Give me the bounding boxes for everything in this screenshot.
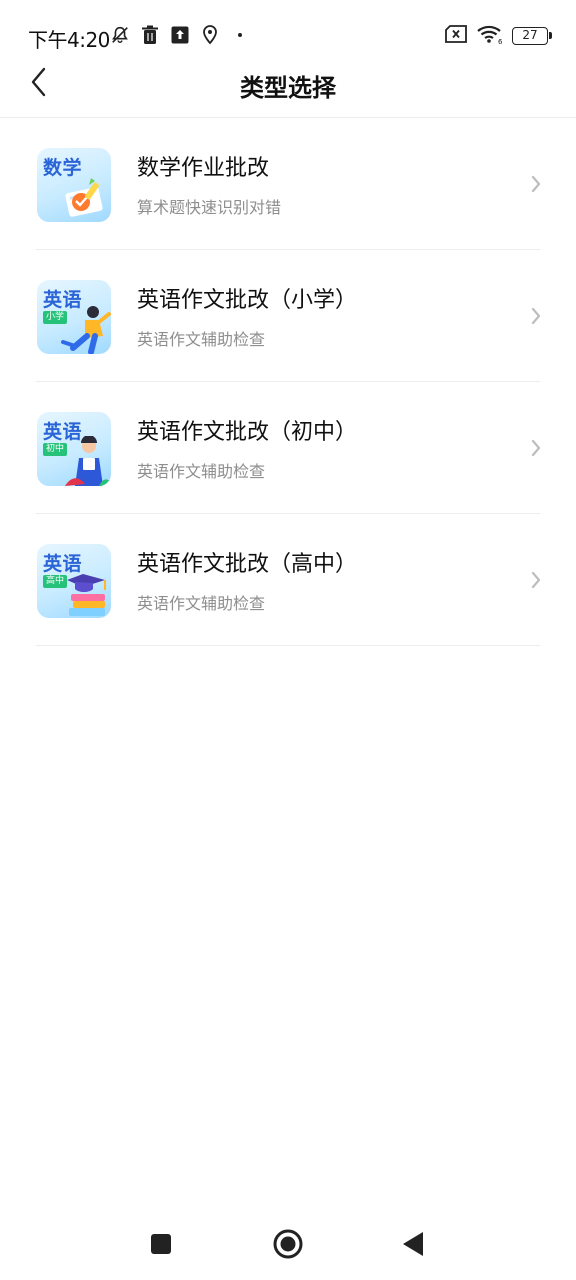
graduation-books-icon xyxy=(67,574,106,616)
item-subtitle: 英语作文辅助检查 xyxy=(137,330,266,349)
title-bar: 类型选择 xyxy=(0,56,576,118)
nav-back-button[interactable] xyxy=(395,1228,431,1264)
list-item-english-middle[interactable]: 英语 初中 英语作文批改（初中） 英语作文辅助检查 xyxy=(36,382,541,514)
battery-level: 27 xyxy=(522,28,538,42)
list-item-math[interactable]: 数学 数学作业批改 算术题快速识别对错 xyxy=(36,118,541,250)
type-list: 数学 数学作业批改 算术题快速识别对错 英语 小学 英语作文批改（小学） 英语作… xyxy=(0,118,576,646)
page-title: 类型选择 xyxy=(240,74,336,102)
home-icon xyxy=(272,1228,304,1264)
trash-icon xyxy=(140,24,160,46)
wifi-label: 6 xyxy=(498,38,503,44)
item-subtitle: 算术题快速识别对错 xyxy=(137,198,282,217)
item-subtitle: 英语作文辅助检查 xyxy=(137,462,266,481)
math-illustration-icon xyxy=(65,178,103,217)
chevron-right-icon xyxy=(526,566,546,594)
status-time: 下午4:20 xyxy=(28,28,110,52)
thumb-tag: 高中 xyxy=(43,575,68,588)
wifi-icon: 6 xyxy=(476,24,504,48)
home-button[interactable] xyxy=(270,1228,306,1264)
recent-apps-button[interactable] xyxy=(143,1228,179,1264)
chevron-right-icon xyxy=(526,434,546,462)
system-nav-bar xyxy=(0,1210,576,1280)
upload-icon xyxy=(170,24,190,46)
recent-apps-icon xyxy=(149,1232,173,1260)
sim-x-icon xyxy=(444,25,468,47)
english-high-thumbnail: 英语 高中 xyxy=(37,544,111,618)
item-subtitle: 英语作文辅助检查 xyxy=(137,594,266,613)
math-thumbnail: 数学 xyxy=(37,148,111,222)
thumb-tag: 初中 xyxy=(43,443,68,456)
status-icons-right: 6 27 xyxy=(444,24,552,48)
english-middle-thumbnail: 英语 初中 xyxy=(37,412,111,486)
bell-muted-icon xyxy=(110,24,130,46)
student-reading-icon xyxy=(65,436,111,486)
student-jumping-icon xyxy=(61,306,111,354)
back-icon xyxy=(401,1231,425,1261)
english-primary-thumbnail: 英语 小学 xyxy=(37,280,111,354)
status-icons-left xyxy=(110,24,250,46)
location-icon xyxy=(200,24,220,46)
list-item-english-high[interactable]: 英语 高中 英语作文批改（高中） 英语作文辅助检查 xyxy=(36,514,541,646)
item-title: 英语作文批改（初中） xyxy=(137,420,358,445)
list-item-english-primary[interactable]: 英语 小学 英语作文批改（小学） 英语作文辅助检查 xyxy=(36,250,541,382)
item-title: 英语作文批改（小学） xyxy=(137,288,358,313)
item-title: 英语作文批改（高中） xyxy=(137,552,358,577)
dot-icon xyxy=(230,24,250,46)
item-title: 数学作业批改 xyxy=(137,156,270,181)
chevron-right-icon xyxy=(526,170,546,198)
chevron-right-icon xyxy=(526,302,546,330)
battery-icon: 27 xyxy=(512,27,552,45)
